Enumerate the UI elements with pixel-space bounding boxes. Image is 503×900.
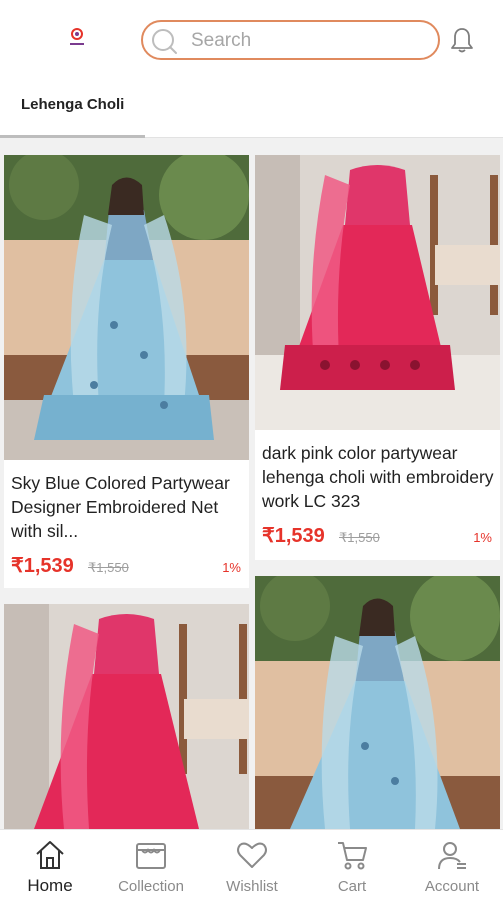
product-mrp: ₹1,550 <box>88 560 129 575</box>
product-price: ₹1,539 <box>11 555 74 577</box>
category-tabs: Lehenga Choli <box>0 80 503 138</box>
notification-bell-icon[interactable] <box>449 26 475 54</box>
search-bar[interactable]: Search <box>141 20 440 60</box>
nav-account[interactable]: Account <box>402 830 502 900</box>
product-image[interactable] <box>4 604 249 829</box>
tab-lehenga-choli[interactable]: Lehenga Choli <box>21 96 124 113</box>
cart-icon <box>338 842 367 870</box>
tab-indicator <box>0 135 145 138</box>
nav-collection-label: Collection <box>118 878 184 895</box>
product-card[interactable] <box>4 604 249 829</box>
nav-cart-label: Cart <box>337 878 367 895</box>
search-icon <box>152 29 177 54</box>
product-card[interactable]: Sky Blue Colored Partywear Designer Embr… <box>4 155 249 588</box>
product-title[interactable]: dark pink color partywear lehenga choli … <box>262 441 497 513</box>
top-bar: Search <box>0 0 503 80</box>
collection-icon <box>136 843 166 869</box>
product-card[interactable] <box>255 576 500 829</box>
home-icon <box>36 841 64 869</box>
heart-icon <box>237 842 267 868</box>
search-input[interactable]: Search <box>191 30 251 52</box>
product-image[interactable] <box>255 155 500 430</box>
nav-home[interactable]: Home <box>0 830 100 900</box>
nav-account-label: Account <box>424 878 480 895</box>
nav-collection[interactable]: Collection <box>101 830 201 900</box>
discount-badge: 1% <box>473 530 492 545</box>
product-image[interactable] <box>255 576 500 829</box>
product-mrp: ₹1,550 <box>339 530 380 545</box>
product-card[interactable]: dark pink color partywear lehenga choli … <box>255 155 500 560</box>
app-screen: Search Lehenga Choli Sky Blue Colored Pa… <box>0 0 503 900</box>
nav-wishlist-label: Wishlist <box>226 878 278 895</box>
nav-home-label: Home <box>27 876 73 895</box>
discount-badge: 1% <box>222 560 241 575</box>
product-title[interactable]: Sky Blue Colored Partywear Designer Embr… <box>11 471 246 543</box>
account-icon <box>438 842 466 870</box>
brand-logo[interactable] <box>64 26 90 50</box>
product-price: ₹1,539 <box>262 525 325 547</box>
nav-wishlist[interactable]: Wishlist <box>202 830 302 900</box>
product-image[interactable] <box>4 155 249 460</box>
bottom-nav: Home Collection Wishlist Cart Account <box>0 829 503 900</box>
nav-cart[interactable]: Cart <box>302 830 402 900</box>
